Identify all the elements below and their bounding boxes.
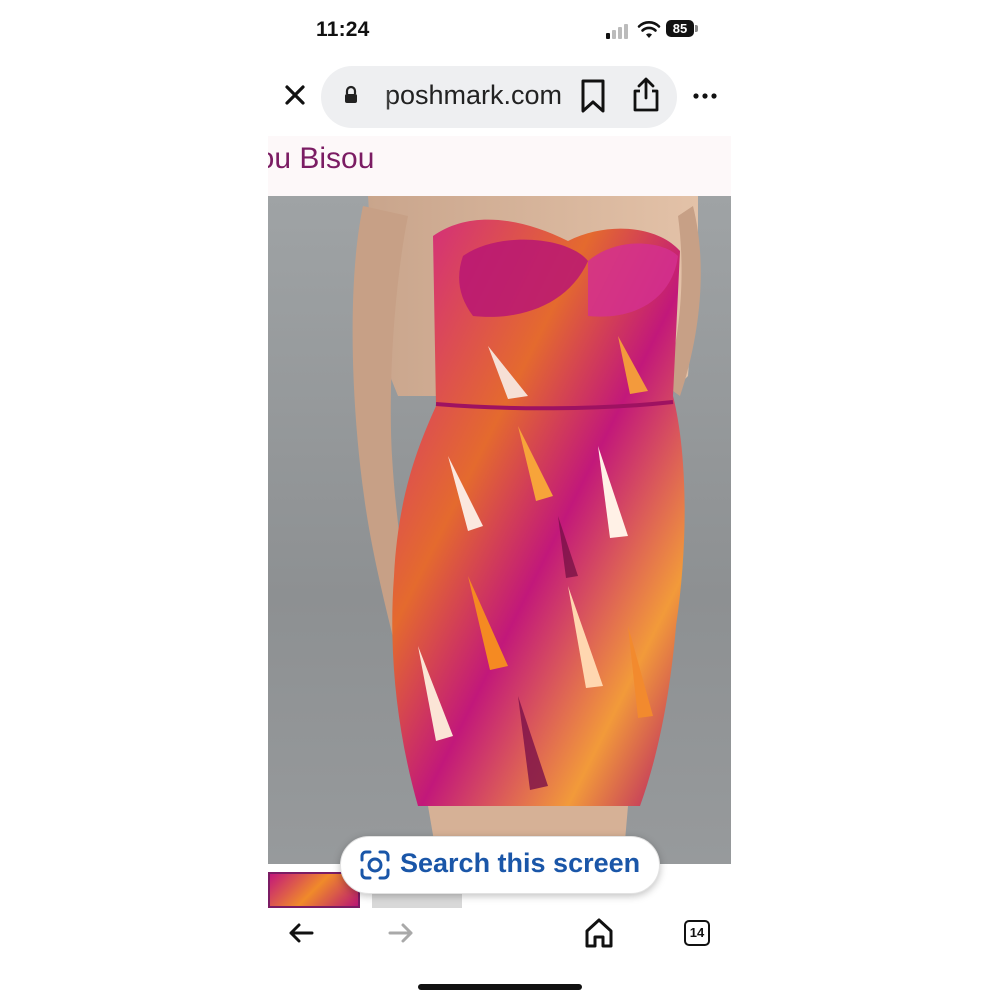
battery-icon: 85: [666, 20, 700, 39]
more-options-button[interactable]: [690, 86, 720, 106]
home-icon[interactable]: [583, 916, 615, 950]
product-photo[interactable]: [268, 196, 731, 864]
forward-arrow-icon[interactable]: [386, 918, 416, 948]
search-this-screen-label: Search this screen: [400, 848, 641, 878]
more-dots-icon: [693, 93, 717, 99]
url-fade: [366, 78, 392, 116]
close-icon: [285, 85, 305, 105]
lens-camera-icon: [360, 850, 390, 880]
listing-title-bar: Bisou Bisou: [268, 136, 731, 196]
share-icon[interactable]: [630, 76, 662, 114]
back-arrow-icon[interactable]: [286, 918, 316, 948]
tab-switcher-button[interactable]: 14: [684, 920, 710, 946]
cellular-signal-icon: [606, 23, 632, 39]
lock-icon: [345, 85, 357, 103]
web-page: Bisou Bisou: [268, 136, 731, 908]
wifi-icon: [637, 21, 661, 38]
dress-photo-image: [352, 196, 701, 864]
url-text[interactable]: poshmark.com: [366, 78, 562, 116]
close-button[interactable]: [280, 80, 310, 110]
bookmark-icon[interactable]: [578, 78, 608, 114]
brand-name[interactable]: Bisou Bisou: [268, 142, 426, 176]
home-indicator[interactable]: [418, 984, 582, 990]
battery-percentage: 85: [672, 21, 688, 36]
status-time: 11:24: [316, 18, 370, 41]
